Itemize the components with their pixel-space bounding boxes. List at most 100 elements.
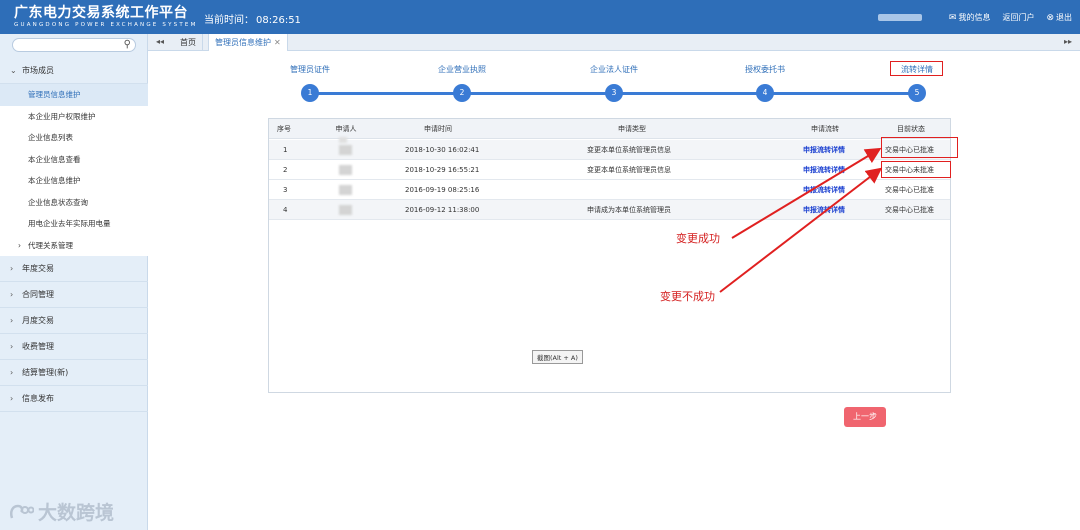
tab-home[interactable]: 首页 — [174, 34, 203, 51]
flow-details-link[interactable]: 申报流转详情 — [803, 200, 845, 220]
step-dot-1[interactable]: 1 — [301, 84, 319, 102]
back-button[interactable]: 上一步 — [844, 407, 886, 427]
app-header: 广东电力交易系统工作平台 GUANGDONG POWER EXCHANGE SY… — [0, 0, 1080, 34]
cell-no: 4 — [283, 206, 288, 214]
tab-admin-info-label: 管理员信息维护 — [215, 38, 271, 47]
sidebar-group-annual-trade[interactable]: › 年度交易 — [0, 256, 148, 282]
sidebar-search-input[interactable]: ⚲ — [12, 38, 136, 52]
applicant-redacted — [339, 137, 347, 143]
sidebar-group-info-publish[interactable]: › 信息发布 — [0, 386, 148, 412]
watermark-logo-icon — [10, 504, 34, 518]
chevron-right-icon: › — [10, 264, 14, 273]
mail-icon: ✉ — [948, 12, 957, 23]
logout-link[interactable]: ⊗ 退出 — [1046, 12, 1072, 23]
cell-time: 2018-10-30 16:02:41 — [405, 146, 480, 154]
table-row: 1 2018-10-30 16:02:41 变更本单位系统管理员信息 申报流转详… — [269, 137, 950, 160]
applicant-redacted — [339, 165, 352, 175]
applicant-redacted — [339, 185, 352, 195]
flow-details-link[interactable]: 申报流转详情 — [803, 180, 845, 200]
highlight-box-status-approved — [881, 137, 958, 158]
step-label-authorization[interactable]: 授权委托书 — [745, 64, 785, 75]
sidebar-group-settlement[interactable]: › 结算管理(新) — [0, 360, 148, 386]
highlight-box-step-5 — [890, 61, 943, 76]
table-row: 4 2016-09-12 11:38:00 申请成为本单位系统管理员 申报流转详… — [269, 200, 950, 220]
sidebar-item-admin-info[interactable]: 管理员信息维护 — [0, 84, 148, 106]
chevron-right-icon: › — [18, 240, 21, 250]
sidebar-group-contracts[interactable]: › 合同管理 — [0, 282, 148, 308]
sidebar-group-label: 合同管理 — [22, 290, 54, 299]
cell-time: 2016-09-19 08:25:16 — [405, 186, 480, 194]
cell-time: 2016-09-12 11:38:00 — [405, 206, 480, 214]
sidebar-item-user-permissions[interactable]: 本企业用户权限维护 — [0, 105, 148, 127]
tab-scroll-right-icon[interactable]: ▸▸ — [1064, 37, 1072, 46]
cell-type: 变更本单位系统管理员信息 — [587, 166, 671, 174]
my-info-link[interactable]: ✉ 我的信息 — [949, 12, 991, 23]
sidebar-group-label: 年度交易 — [22, 264, 54, 273]
col-header-time: 申请时间 — [424, 125, 452, 133]
step-dot-2[interactable]: 2 — [453, 84, 471, 102]
app-logo: 广东电力交易系统工作平台 GUANGDONG POWER EXCHANGE SY… — [14, 5, 198, 29]
step-dot-4[interactable]: 4 — [756, 84, 774, 102]
cell-status: 交易中心已批准 — [885, 206, 934, 214]
sidebar-item-company-list[interactable]: 企业信息列表 — [0, 127, 148, 149]
chevron-down-icon: ⌄ — [10, 66, 17, 75]
cell-time: 2018-10-29 16:55:21 — [405, 166, 480, 174]
sidebar-group-label: 收费管理 — [22, 342, 54, 351]
sidebar-menu: ⌄ 市场成员 管理员信息维护 本企业用户权限维护 企业信息列表 本企业信息查看 本… — [0, 58, 148, 412]
sidebar: ⚲ ⌄ 市场成员 管理员信息维护 本企业用户权限维护 企业信息列表 本企业信息查看… — [0, 34, 148, 530]
chevron-right-icon: › — [10, 342, 14, 351]
col-header-flow: 申请流转 — [811, 125, 839, 133]
tab-close-icon[interactable]: ✕ — [274, 38, 281, 47]
my-info-label: 我的信息 — [958, 13, 991, 22]
time-label: 当前时间： — [204, 15, 254, 26]
search-icon[interactable]: ⚲ — [124, 39, 131, 50]
cell-no: 1 — [283, 146, 288, 154]
sidebar-item-status-query[interactable]: 企业信息状态查询 — [0, 191, 148, 213]
app-subtitle: GUANGDONG POWER EXCHANGE SYSTEM — [14, 22, 198, 28]
flow-details-link[interactable]: 申报流转详情 — [803, 140, 845, 160]
header-links: ✉ 我的信息 返回门户 ⊗ 退出 — [949, 12, 1072, 23]
cell-status: 交易中心已批准 — [885, 186, 934, 194]
screenshot-tooltip: 截图(Alt + A) — [532, 350, 583, 364]
user-name-redacted — [878, 14, 922, 21]
tab-admin-info[interactable]: 管理员信息维护 ✕ — [208, 34, 288, 51]
annotation-fail: 变更不成功 — [660, 290, 715, 303]
step-dot-3[interactable]: 3 — [605, 84, 623, 102]
applications-table: 序号 申请人 申请时间 申请类型 申请流转 目前状态 1 2018-10-30 … — [268, 118, 951, 393]
sidebar-group-label: 月度交易 — [22, 316, 54, 325]
sidebar-group-market-members[interactable]: ⌄ 市场成员 — [0, 58, 148, 84]
step-label-business-license[interactable]: 企业营业执照 — [438, 64, 486, 75]
watermark: 大数跨境 — [8, 498, 114, 525]
step-label-admin-id[interactable]: 管理员证件 — [290, 64, 330, 75]
cell-no: 3 — [283, 186, 288, 194]
col-header-applicant: 申请人 — [335, 125, 357, 133]
chevron-right-icon: › — [10, 316, 14, 325]
sidebar-group-monthly-trade[interactable]: › 月度交易 — [0, 308, 148, 334]
flow-details-link[interactable]: 申报流转详情 — [803, 160, 845, 180]
return-portal-label: 返回门户 — [1002, 13, 1035, 22]
step-dot-5[interactable]: 5 — [908, 84, 926, 102]
col-header-no: 序号 — [277, 125, 291, 133]
return-portal-link[interactable]: 返回门户 — [1002, 12, 1034, 23]
sidebar-group-fees[interactable]: › 收费管理 — [0, 334, 148, 360]
col-header-type: 申请类型 — [618, 125, 646, 133]
tab-scroll-left-icon[interactable]: ◂◂ — [156, 37, 164, 46]
sidebar-group-label: 信息发布 — [22, 394, 54, 403]
current-time: 当前时间： 08:26:51 — [204, 11, 301, 26]
sidebar-group-label: 市场成员 — [22, 66, 54, 75]
sidebar-item-last-year-usage[interactable]: 用电企业去年实际用电量 — [0, 213, 148, 235]
cell-no: 2 — [283, 166, 288, 174]
sidebar-group-label: 结算管理(新) — [22, 368, 69, 377]
cell-type: 申请成为本单位系统管理员 — [587, 206, 671, 214]
table-row: 2 2018-10-29 16:55:21 变更本单位系统管理员信息 申报流转详… — [269, 160, 950, 180]
sidebar-item-company-view[interactable]: 本企业信息查看 — [0, 148, 148, 170]
step-label-legal-id[interactable]: 企业法人证件 — [590, 64, 638, 75]
time-value: 08:26:51 — [256, 15, 301, 26]
cell-type: 变更本单位系统管理员信息 — [587, 146, 671, 154]
sidebar-item-company-edit[interactable]: 本企业信息维护 — [0, 170, 148, 192]
chevron-right-icon: › — [10, 368, 14, 377]
logout-label: 退出 — [1056, 13, 1072, 22]
sidebar-item-agency[interactable]: › 代理关系管理 — [0, 234, 148, 256]
tab-bar: ◂◂ 首页 管理员信息维护 ✕ ▸▸ — [148, 34, 1080, 51]
sidebar-item-agency-label: 代理关系管理 — [28, 240, 73, 250]
